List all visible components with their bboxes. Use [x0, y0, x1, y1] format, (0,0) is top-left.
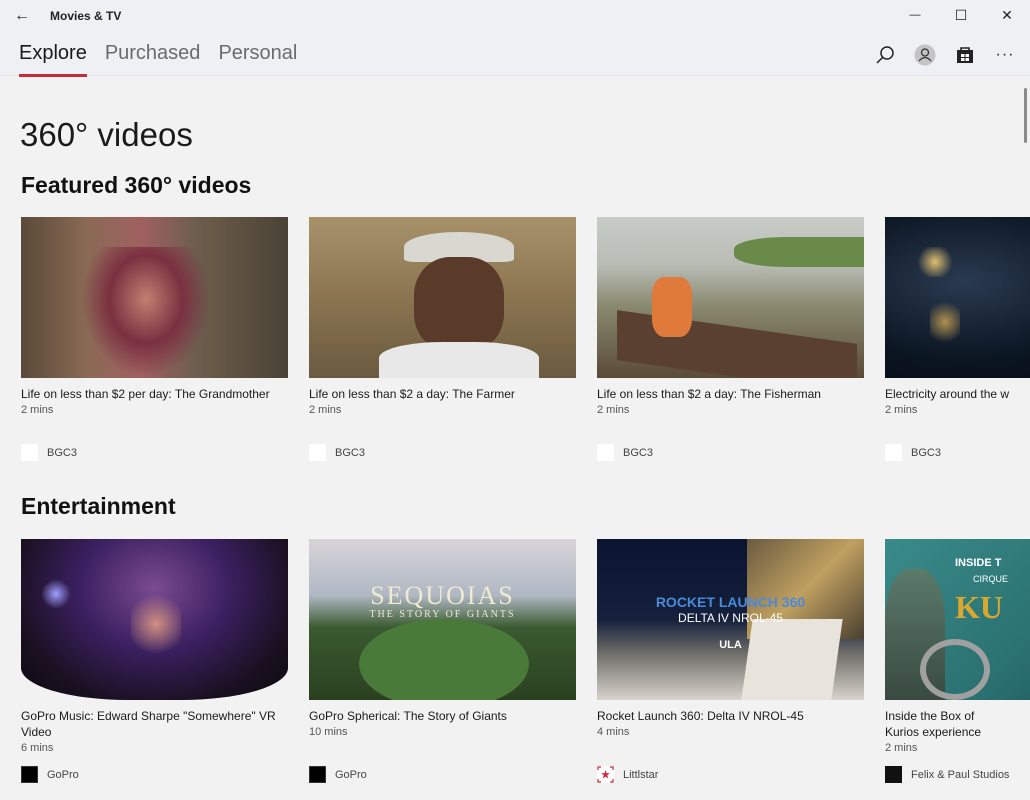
- video-duration: 4 mins: [597, 726, 630, 738]
- video-card[interactable]: ROCKET LAUNCH 360 DELTA IV NROL-45 ULA R…: [597, 539, 864, 783]
- video-thumbnail[interactable]: [21, 539, 288, 700]
- section-title-featured: Featured 360° videos: [21, 172, 252, 198]
- more-button[interactable]: ···: [990, 40, 1020, 70]
- toolbar: ···: [870, 40, 1020, 70]
- video-title: GoPro Spherical: The Story of Giants: [309, 709, 507, 723]
- close-icon: ✕: [1001, 6, 1013, 23]
- video-card[interactable]: SEQUOIAS THE STORY OF GIANTS GoPro Spher…: [309, 539, 576, 783]
- provider: GoPro: [309, 766, 576, 783]
- entertainment-row: GoPro Music: Edward Sharpe "Somewhere" V…: [21, 539, 1030, 783]
- provider-name: BGC3: [911, 446, 941, 459]
- tab-purchased[interactable]: Purchased: [105, 42, 201, 75]
- video-title: Life on less than $2 per day: The Grandm…: [21, 387, 270, 401]
- provider-name: GoPro: [335, 768, 367, 781]
- page-title: 360° videos: [20, 116, 193, 153]
- section-title-entertainment: Entertainment: [21, 493, 176, 519]
- provider: Littlstar: [597, 766, 864, 783]
- provider-logo-icon: [309, 444, 326, 461]
- provider-logo-icon: [597, 444, 614, 461]
- thumb-subtitle-text: THE STORY OF GIANTS: [369, 609, 516, 620]
- video-duration: 6 mins: [21, 742, 54, 754]
- video-thumbnail[interactable]: [309, 217, 576, 378]
- account-button[interactable]: [910, 40, 940, 70]
- search-button[interactable]: [870, 40, 900, 70]
- maximize-button[interactable]: ☐: [938, 0, 984, 30]
- ula-logo-text: ULA: [719, 639, 742, 651]
- video-title: Rocket Launch 360: Delta IV NROL-45: [597, 709, 804, 723]
- app-title: Movies & TV: [50, 9, 122, 23]
- provider: Felix & Paul Studios: [885, 766, 1030, 783]
- provider-name: BGC3: [623, 446, 653, 459]
- video-title: Life on less than $2 a day: The Fisherma…: [597, 387, 821, 401]
- search-icon: [876, 46, 894, 64]
- nav-bar: Explore Purchased Personal ···: [0, 32, 1030, 77]
- minimize-icon: —: [909, 9, 921, 21]
- thumb-subtitle-text: DELTA IV NROL-45: [678, 611, 783, 625]
- video-card[interactable]: INSIDE T CIRQUE KU Inside the Box of Kur…: [885, 539, 1030, 783]
- provider-logo-icon: [885, 444, 902, 461]
- maximize-icon: ☐: [954, 6, 968, 23]
- tab-explore[interactable]: Explore: [19, 42, 87, 77]
- video-thumbnail[interactable]: SEQUOIAS THE STORY OF GIANTS: [309, 539, 576, 700]
- back-button[interactable]: ←: [0, 0, 44, 32]
- video-duration: 2 mins: [885, 742, 918, 754]
- video-duration: 2 mins: [309, 404, 342, 416]
- thumb-subtitle-text: CIRQUE: [973, 574, 1009, 584]
- kurios-logo-text: KU: [955, 589, 1003, 625]
- provider-name: GoPro: [47, 768, 79, 781]
- window-controls: — ☐ ✕: [892, 0, 1030, 32]
- video-duration: 10 mins: [309, 726, 348, 738]
- thumb-title-text: ROCKET LAUNCH 360: [655, 594, 806, 610]
- video-title: Life on less than $2 a day: The Farmer: [309, 387, 515, 401]
- tab-personal[interactable]: Personal: [218, 42, 297, 75]
- video-card[interactable]: Electricity around the w 2 mins BGC3: [885, 217, 1030, 461]
- provider: BGC3: [597, 444, 864, 461]
- store-button[interactable]: [950, 40, 980, 70]
- felix-paul-logo-icon: [885, 766, 902, 783]
- video-duration: 2 mins: [597, 404, 630, 416]
- provider-name: BGC3: [47, 446, 77, 459]
- video-title: Inside the Box of Kurios experience comi…: [885, 709, 982, 739]
- video-duration: 2 mins: [21, 404, 54, 416]
- provider: BGC3: [309, 444, 576, 461]
- main-content: 360° videos Featured 360° videos Life on…: [0, 76, 1030, 800]
- minimize-button[interactable]: —: [892, 0, 938, 30]
- featured-row: Life on less than $2 per day: The Grandm…: [21, 217, 1030, 461]
- provider-logo-icon: [21, 444, 38, 461]
- provider: BGC3: [21, 444, 288, 461]
- provider: GoPro: [21, 766, 288, 783]
- video-card[interactable]: Life on less than $2 a day: The Farmer 2…: [309, 217, 576, 461]
- provider: BGC3: [885, 444, 1030, 461]
- more-icon: ···: [995, 46, 1015, 63]
- vertical-scrollbar[interactable]: [1024, 88, 1027, 143]
- close-button[interactable]: ✕: [984, 0, 1030, 30]
- gopro-logo-icon: [309, 766, 326, 783]
- littlstar-logo-icon: [597, 766, 614, 783]
- video-title: GoPro Music: Edward Sharpe "Somewhere" V…: [21, 709, 276, 739]
- video-duration: 2 mins: [885, 404, 918, 416]
- store-icon: [957, 47, 973, 63]
- video-thumbnail[interactable]: INSIDE T CIRQUE KU: [885, 539, 1030, 700]
- video-card[interactable]: GoPro Music: Edward Sharpe "Somewhere" V…: [21, 539, 288, 783]
- title-bar: ← Movies & TV — ☐ ✕: [0, 0, 1030, 32]
- provider-name: BGC3: [335, 446, 365, 459]
- tab-list: Explore Purchased Personal: [19, 42, 297, 77]
- account-icon: [914, 44, 936, 66]
- video-card[interactable]: Life on less than $2 a day: The Fisherma…: [597, 217, 864, 461]
- video-thumbnail[interactable]: [21, 217, 288, 378]
- gopro-logo-icon: [21, 766, 38, 783]
- thumb-title-text: INSIDE T: [955, 557, 1002, 569]
- video-thumbnail[interactable]: [597, 217, 864, 378]
- thumb-title-text: SEQUOIAS: [370, 581, 515, 610]
- provider-name: Felix & Paul Studios: [911, 768, 1010, 781]
- provider-name: Littlstar: [623, 768, 659, 781]
- video-title: Electricity around the w: [885, 387, 1009, 401]
- back-arrow-icon: ←: [14, 7, 30, 24]
- video-card[interactable]: Life on less than $2 per day: The Grandm…: [21, 217, 288, 461]
- video-thumbnail[interactable]: [885, 217, 1030, 378]
- video-thumbnail[interactable]: ROCKET LAUNCH 360 DELTA IV NROL-45 ULA: [597, 539, 864, 700]
